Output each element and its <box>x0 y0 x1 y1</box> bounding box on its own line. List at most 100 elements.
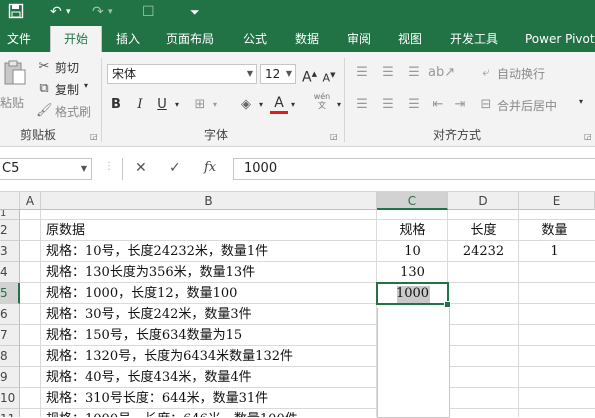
redo-icon[interactable]: ↷ <box>92 3 104 21</box>
phonetic-dropdown-icon[interactable]: ▾ <box>334 96 344 114</box>
italic-button[interactable]: I <box>131 96 149 114</box>
fill-color-icon[interactable]: ◈ <box>236 96 256 114</box>
row-header[interactable]: 2 <box>0 220 20 241</box>
tab-insert[interactable]: 插入 <box>116 26 140 52</box>
undo-dropdown-icon[interactable]: ▾ <box>66 3 71 21</box>
borders-dropdown-icon[interactable]: ▾ <box>210 96 220 114</box>
phonetic-guide-icon[interactable]: wén 文 <box>311 92 333 110</box>
cell-e2[interactable]: 数量 <box>519 220 590 241</box>
select-all-corner[interactable] <box>0 192 20 210</box>
tab-home[interactable]: 开始 <box>50 26 102 52</box>
cut-button[interactable]: 剪切 <box>55 59 79 76</box>
copy-dropdown-icon[interactable]: ▾ <box>84 81 88 90</box>
column-header-a[interactable]: A <box>20 192 41 210</box>
align-center-icon[interactable]: ☰ <box>378 96 398 114</box>
formula-bar: C5 ▼ ⋮ ✕ ✓ fx 1000 <box>0 147 595 192</box>
cell-b10[interactable]: 规格：310号长度：644米，数量31件 <box>46 388 268 409</box>
cell-e3[interactable]: 1 <box>519 241 590 262</box>
clipboard-launcher-icon[interactable]: ◲ <box>90 132 98 141</box>
cell-b3[interactable]: 规格：10号，长度24232米，数量1件 <box>46 241 268 262</box>
formula-separator <box>122 158 123 180</box>
copy-icon: ⧉ <box>39 81 49 96</box>
cell-d2[interactable]: 长度 <box>448 220 519 241</box>
chevron-down-icon: ▼ <box>246 69 253 78</box>
formula-input[interactable]: 1000 <box>233 158 595 180</box>
enter-icon[interactable]: ✓ <box>169 160 181 176</box>
clipboard-group-label: 剪贴板 <box>20 128 57 142</box>
grow-font-button[interactable]: A▲ <box>302 65 317 87</box>
font-color-button[interactable]: A <box>271 94 287 112</box>
font-name-combo[interactable]: 宋体 ▼ <box>107 64 257 84</box>
row-header[interactable]: 5 <box>0 283 20 304</box>
bold-button[interactable]: B <box>107 96 125 114</box>
cell-c4[interactable]: 130 <box>377 262 448 283</box>
align-top-icon[interactable]: ☰ <box>352 64 372 82</box>
row-header[interactable]: 4 <box>0 262 20 283</box>
alignment-launcher-icon[interactable]: ◲ <box>584 132 592 141</box>
cell-b7[interactable]: 规格：150号，长度634数量为15 <box>46 325 242 346</box>
row-header[interactable]: 6 <box>0 304 20 325</box>
underline-dropdown-icon[interactable]: ▾ <box>172 96 182 114</box>
tab-data[interactable]: 数据 <box>295 26 319 52</box>
name-box[interactable]: C5 ▼ <box>0 158 92 180</box>
fill-color-dropdown-icon[interactable]: ▾ <box>256 96 266 114</box>
align-left-icon[interactable]: ☰ <box>352 96 372 114</box>
paste-button[interactable]: 粘贴 <box>0 56 30 116</box>
borders-icon[interactable]: ⊞ <box>190 96 210 114</box>
touch-mode-icon[interactable]: ☐ <box>142 3 155 21</box>
shrink-font-button[interactable]: A▼ <box>322 66 336 88</box>
merge-center-button[interactable]: 合并后居中 <box>497 97 557 114</box>
cell-b6[interactable]: 规格：30号，长度242米，数量3件 <box>46 304 252 325</box>
cell-b2[interactable]: 原数据 <box>46 220 85 241</box>
column-header-b[interactable]: B <box>41 192 377 210</box>
copy-button[interactable]: 复制 <box>55 81 79 98</box>
row-header[interactable]: 9 <box>0 367 20 388</box>
tab-developer[interactable]: 开发工具 <box>450 26 498 52</box>
cell-b8[interactable]: 规格：1320号，长度为6434米数量132件 <box>46 346 293 367</box>
save-icon[interactable] <box>8 3 24 24</box>
column-header-c[interactable]: C <box>377 192 448 210</box>
tab-view[interactable]: 视图 <box>398 26 422 52</box>
orientation-icon[interactable]: ab↗ <box>428 64 455 82</box>
row-header[interactable]: 10 <box>0 388 20 409</box>
format-painter-button[interactable]: 格式刷 <box>55 103 91 120</box>
active-cell-c5[interactable]: 1000 <box>376 282 449 305</box>
cell-b4[interactable]: 规格：130长度为356米，数量13件 <box>46 262 255 283</box>
customize-qat-icon[interactable]: ⏷ <box>190 3 200 21</box>
cell-c5-editor[interactable]: 1000 <box>378 284 447 303</box>
undo-icon[interactable]: ↶ <box>50 3 62 21</box>
cell-c3[interactable]: 10 <box>377 241 448 262</box>
underline-button[interactable]: U <box>153 96 171 114</box>
row-header[interactable]: 8 <box>0 346 20 367</box>
cell-b9[interactable]: 规格：40号，长度434米，数量4件 <box>46 367 252 388</box>
wrap-text-button[interactable]: 自动换行 <box>497 65 545 82</box>
row-header[interactable]: 1 <box>0 210 20 220</box>
insert-function-icon[interactable]: fx <box>204 160 216 175</box>
tab-power-pivot[interactable]: Power Pivot <box>525 26 595 52</box>
font-color-dropdown-icon[interactable]: ▾ <box>288 96 298 114</box>
decrease-indent-icon[interactable]: ⇤ <box>428 96 448 114</box>
tab-file[interactable]: 文件 <box>7 26 31 52</box>
cell-b5[interactable]: 规格：1000，长度12，数量100 <box>46 283 237 304</box>
align-bottom-icon[interactable]: ☰ <box>404 64 424 82</box>
redo-dropdown-icon[interactable]: ▾ <box>108 3 113 21</box>
align-middle-icon[interactable]: ☰ <box>378 64 398 82</box>
align-right-icon[interactable]: ☰ <box>404 96 424 114</box>
row-header[interactable]: 7 <box>0 325 20 346</box>
font-launcher-icon[interactable]: ◲ <box>330 132 338 141</box>
cell-b11[interactable]: 规格：1000号，长度：646米，数量100件 <box>46 409 298 417</box>
title-bar: ↶ ▾ ↷ ▾ ☐ ⏷ <box>0 0 595 26</box>
tab-review[interactable]: 审阅 <box>347 26 371 52</box>
cell-d3[interactable]: 24232 <box>448 241 519 262</box>
merge-dropdown-icon[interactable]: ▾ <box>579 97 583 106</box>
font-size-combo[interactable]: 12 ▼ <box>260 64 296 84</box>
cancel-icon[interactable]: ✕ <box>135 160 147 176</box>
tab-page-layout[interactable]: 页面布局 <box>166 26 214 52</box>
row-header[interactable]: 3 <box>0 241 20 262</box>
cell-c2[interactable]: 规格 <box>377 220 448 241</box>
column-header-e[interactable]: E <box>519 192 595 210</box>
column-header-d[interactable]: D <box>448 192 519 210</box>
row-header[interactable]: 11 <box>0 409 20 417</box>
tab-formulas[interactable]: 公式 <box>243 26 267 52</box>
increase-indent-icon[interactable]: ⇥ <box>450 96 470 114</box>
